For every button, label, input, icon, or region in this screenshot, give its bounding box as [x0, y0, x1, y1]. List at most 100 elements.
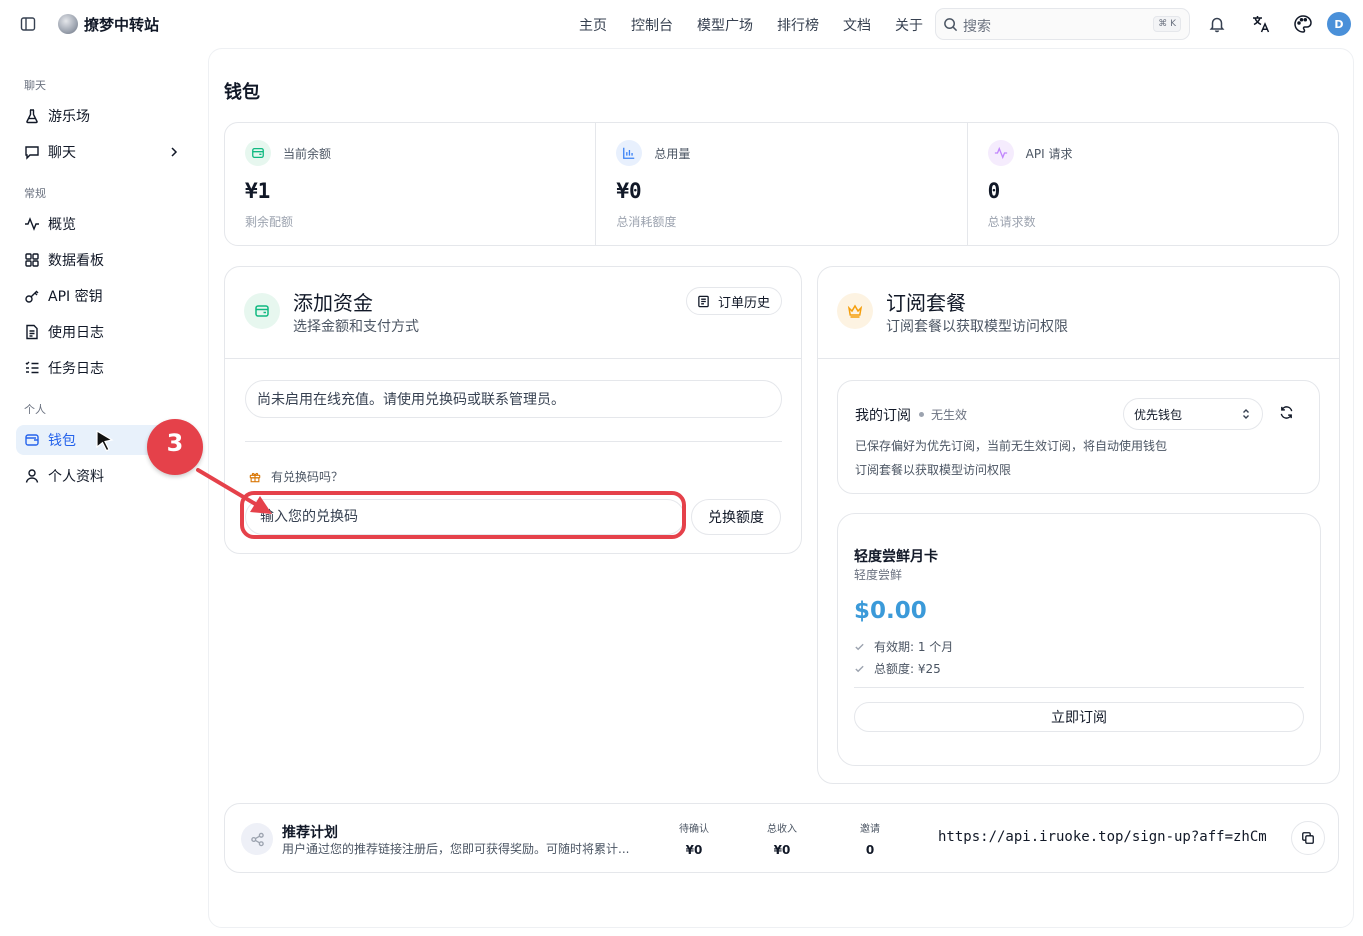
- sidebar-item-chat[interactable]: 聊天: [16, 137, 191, 167]
- stat-usage: 总用量 ¥0 总消耗额度: [596, 123, 968, 245]
- order-history-button[interactable]: 订单历史: [686, 287, 783, 315]
- referral-panel: 推荐计划 用户通过您的推荐链接注册后，您即可获得奖励。可随时将累计... 待确认…: [224, 803, 1339, 873]
- referral-stat-pending: 待确认 ¥0: [664, 820, 724, 857]
- chat-bubble-icon: [24, 144, 40, 160]
- sidebar-item-label: API 密钥: [48, 289, 103, 305]
- referral-link[interactable]: https://api.iruoke.top/sign-up?aff=zhCm: [938, 829, 1267, 845]
- search-box[interactable]: 搜索 ⌘ K: [935, 8, 1190, 40]
- bell-icon[interactable]: [1205, 12, 1229, 36]
- plan-feature: 有效期: 1 个月: [854, 638, 953, 655]
- add-funds-title: 添加资金: [293, 291, 373, 315]
- add-funds-card: 添加资金 选择金额和支付方式 订单历史 尚未启用在线充值。请使用兑换码或联系管理…: [224, 266, 802, 554]
- share-icon: [241, 823, 273, 855]
- stat-sub: 剩余配额: [245, 215, 294, 229]
- plan-price: $0.00: [854, 598, 927, 624]
- sidebar-item-api-keys[interactable]: API 密钥: [16, 281, 191, 311]
- my-subscription-panel: 我的订阅 无生效 优先钱包 已保存偏好为优先订阅，当前无生效订阅，将自动使用钱包…: [837, 380, 1320, 494]
- sidebar-item-overview[interactable]: 概览: [16, 209, 191, 239]
- nav-leaderboard[interactable]: 排行榜: [777, 15, 819, 35]
- nav-about[interactable]: 关于: [895, 15, 923, 35]
- referral-stat-value: ¥0: [773, 843, 791, 857]
- referral-title: 推荐计划: [282, 825, 338, 841]
- card-divider: [225, 358, 801, 359]
- search-icon: [943, 17, 958, 32]
- palette-icon[interactable]: [1291, 12, 1315, 36]
- referral-stat-label: 待确认: [679, 824, 709, 835]
- sidebar-item-playground[interactable]: 游乐场: [16, 101, 191, 131]
- sidebar-item-label: 游乐场: [48, 109, 90, 125]
- wallet-icon: [244, 293, 280, 329]
- search-placeholder: 搜索: [963, 19, 991, 35]
- nav-console[interactable]: 控制台: [631, 15, 673, 35]
- sidebar-item-label: 任务日志: [48, 361, 104, 377]
- annotation-step-badge: 3: [147, 419, 203, 475]
- my-subscription-title: 我的订阅: [855, 408, 911, 424]
- referral-stat-label: 邀请: [860, 824, 880, 835]
- referral-stat-label: 总收入: [767, 824, 797, 835]
- sidebar-toggle-icon[interactable]: [16, 12, 40, 36]
- sidebar-section-personal: 个人: [24, 403, 46, 416]
- site-name[interactable]: 撩梦中转站: [84, 14, 159, 35]
- sidebar-item-label: 钱包: [48, 433, 76, 449]
- nav-home[interactable]: 主页: [579, 15, 607, 35]
- recharge-notice: 尚未启用在线充值。请使用兑换码或联系管理员。: [245, 380, 782, 418]
- grid-icon: [24, 252, 40, 268]
- billing-preference-select[interactable]: 优先钱包: [1123, 398, 1263, 430]
- referral-stat-value: 0: [865, 843, 875, 857]
- subscription-status: 无生效: [919, 406, 967, 423]
- activity-icon: [987, 140, 1014, 166]
- refresh-icon[interactable]: [1279, 405, 1294, 420]
- sidebar-section-general: 常规: [24, 187, 46, 200]
- sidebar: 聊天 游乐场 聊天 常规 概览 数据看板 API 密钥 使用日志 任务日志 个人…: [0, 48, 208, 936]
- stat-value: 0: [987, 179, 1001, 203]
- plan-tag: 轻度尝鲜: [854, 568, 903, 582]
- subscription-title: 订阅套餐: [886, 291, 966, 315]
- wallet-icon: [245, 140, 271, 166]
- stat-value: ¥1: [245, 179, 271, 203]
- sidebar-section-chat: 聊天: [24, 79, 46, 92]
- sidebar-item-usage-log[interactable]: 使用日志: [16, 317, 191, 347]
- sidebar-item-label: 使用日志: [48, 325, 104, 341]
- gift-icon: [249, 471, 261, 483]
- redeem-button[interactable]: 兑换额度: [691, 499, 781, 535]
- activity-icon: [24, 216, 40, 232]
- chevron-right-icon[interactable]: [167, 145, 181, 159]
- key-icon: [24, 288, 40, 304]
- select-value: 优先钱包: [1134, 407, 1183, 422]
- nav-models[interactable]: 模型广场: [697, 15, 753, 35]
- stat-label: 当前余额: [283, 147, 332, 161]
- redeem-code-input[interactable]: [245, 499, 685, 535]
- subscribe-now-button[interactable]: 立即订阅: [854, 702, 1304, 732]
- top-bar: 撩梦中转站 主页 控制台 模型广场 排行榜 文档 关于 搜索 ⌘ K D: [0, 0, 1363, 48]
- user-icon: [24, 468, 40, 484]
- user-avatar[interactable]: D: [1327, 12, 1351, 36]
- sidebar-item-task-log[interactable]: 任务日志: [16, 353, 191, 383]
- plan-feature-text: 有效期: 1 个月: [874, 640, 954, 654]
- translate-icon[interactable]: [1249, 12, 1273, 36]
- stat-label: 总用量: [654, 147, 691, 161]
- chevron-up-down-icon: [1240, 408, 1252, 420]
- sidebar-item-label: 聊天: [48, 145, 76, 161]
- stat-label: API 请求: [1025, 147, 1073, 161]
- site-logo[interactable]: [58, 14, 78, 34]
- referral-stat-invites: 邀请 0: [840, 820, 900, 857]
- redeem-label: 有兑换码吗？: [249, 468, 343, 485]
- copy-icon[interactable]: [1291, 821, 1325, 855]
- stat-requests: API 请求 0 总请求数: [968, 123, 1338, 245]
- mouse-cursor-icon: [94, 429, 116, 453]
- plan-feature: 总额度: ¥25: [854, 660, 941, 677]
- referral-desc: 用户通过您的推荐链接注册后，您即可获得奖励。可随时将累计...: [282, 842, 630, 856]
- bar-chart-icon: [616, 140, 643, 166]
- card-divider: [818, 358, 1339, 359]
- referral-stat-income: 总收入 ¥0: [752, 820, 812, 857]
- section-divider: [245, 441, 782, 442]
- referral-stat-value: ¥0: [685, 843, 703, 857]
- nav-docs[interactable]: 文档: [843, 15, 871, 35]
- sidebar-item-label: 个人资料: [48, 469, 104, 485]
- receipt-icon: [697, 295, 710, 308]
- subscription-subtitle: 订阅套餐以获取模型访问权限: [886, 319, 1068, 335]
- redeem-label-text: 有兑换码吗？: [271, 470, 344, 484]
- sidebar-item-label: 概览: [48, 217, 76, 233]
- sidebar-item-dashboard[interactable]: 数据看板: [16, 245, 191, 275]
- page-title: 钱包: [224, 82, 260, 103]
